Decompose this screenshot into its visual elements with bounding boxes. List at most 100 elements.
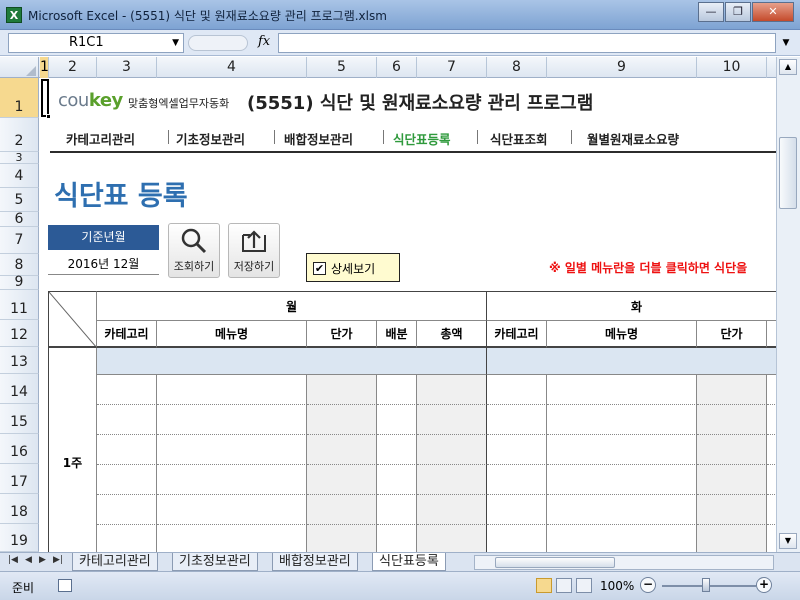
name-box[interactable]: R1C1 ▼ — [8, 33, 184, 53]
menu-input-cell[interactable] — [767, 435, 776, 465]
menu-input-cell[interactable] — [307, 405, 377, 435]
menu-input-cell[interactable] — [417, 525, 487, 552]
column-header-3[interactable]: 3 — [97, 57, 157, 78]
first-sheet-icon[interactable]: |◀ — [8, 555, 18, 565]
zoom-out-icon[interactable]: − — [640, 577, 656, 593]
menu-input-cell[interactable] — [697, 435, 767, 465]
menu-input-cell[interactable] — [377, 495, 417, 525]
row-header-8[interactable]: 8 — [0, 254, 39, 276]
macro-record-icon[interactable] — [58, 579, 72, 592]
column-header-5[interactable]: 5 — [307, 57, 377, 78]
column-header-4[interactable]: 4 — [157, 57, 307, 78]
menu-input-cell[interactable] — [487, 375, 547, 405]
nav-item-menu-register[interactable]: 식단표등록 — [393, 129, 451, 148]
scroll-up-icon[interactable]: ▲ — [779, 59, 797, 75]
vertical-scroll-thumb[interactable] — [779, 137, 797, 209]
menu-input-cell[interactable] — [487, 465, 547, 495]
row-header-17[interactable]: 17 — [0, 464, 39, 494]
menu-input-cell[interactable] — [547, 495, 697, 525]
name-box-dropdown-icon[interactable]: ▼ — [172, 34, 179, 52]
nav-item-basic-info[interactable]: 기초정보관리 — [176, 129, 245, 148]
menu-input-cell[interactable] — [97, 375, 157, 405]
row-header-6[interactable]: 6 — [0, 212, 39, 227]
menu-input-cell[interactable] — [97, 495, 157, 525]
search-button[interactable]: 조회하기 — [168, 223, 220, 278]
menu-input-cell[interactable] — [487, 495, 547, 525]
sheet-tab-mixing-info[interactable]: 배합정보관리 — [272, 553, 358, 571]
column-header-8[interactable]: 8 — [487, 57, 547, 78]
menu-input-cell[interactable] — [307, 435, 377, 465]
row-header-7[interactable]: 7 — [0, 227, 39, 254]
menu-input-cell[interactable] — [417, 435, 487, 465]
row-header-11[interactable]: 11 — [0, 290, 39, 320]
menu-input-cell[interactable] — [417, 375, 487, 405]
next-sheet-icon[interactable]: ▶ — [39, 555, 46, 565]
row-header-4[interactable]: 4 — [0, 164, 39, 188]
normal-view-icon[interactable] — [536, 578, 552, 593]
sheet-tab-category[interactable]: 카테고리관리 — [72, 553, 158, 571]
select-all-corner[interactable] — [0, 57, 39, 78]
menu-input-cell[interactable] — [487, 405, 547, 435]
menu-input-cell[interactable] — [157, 405, 307, 435]
base-month-value[interactable]: 2016년 12월 — [48, 253, 159, 275]
page-break-view-icon[interactable] — [576, 578, 592, 593]
menu-input-cell[interactable] — [97, 525, 157, 552]
menu-input-cell[interactable] — [97, 405, 157, 435]
column-header-10[interactable]: 10 — [697, 57, 767, 78]
menu-input-cell[interactable] — [157, 375, 307, 405]
save-button[interactable]: 저장하기 — [228, 223, 280, 278]
worksheet-area[interactable]: coukey 맞춤형엑셀업무자동화 (5551) 식단 및 원재료소요량 관리 … — [40, 78, 776, 552]
restore-button[interactable]: ❐ — [725, 2, 751, 22]
fill-handle[interactable] — [46, 114, 51, 119]
menu-input-cell[interactable] — [157, 465, 307, 495]
menu-input-cell[interactable] — [697, 375, 767, 405]
menu-input-cell[interactable] — [377, 435, 417, 465]
menu-input-cell[interactable] — [97, 435, 157, 465]
detail-view-checkbox-box[interactable]: ✔ 상세보기 — [306, 253, 400, 282]
row-header-9[interactable]: 9 — [0, 275, 39, 290]
column-header-2[interactable]: 2 — [49, 57, 97, 78]
column-header-1[interactable]: 1 — [40, 57, 49, 78]
row-header-3[interactable]: 3 — [0, 152, 39, 164]
row-header-2[interactable]: 2 — [0, 118, 39, 152]
menu-input-cell[interactable] — [157, 435, 307, 465]
menu-input-cell[interactable] — [697, 405, 767, 435]
scroll-down-icon[interactable]: ▼ — [779, 533, 797, 549]
menu-input-cell[interactable] — [547, 375, 697, 405]
menu-input-cell[interactable] — [377, 525, 417, 552]
insert-function-icon[interactable]: fx — [258, 34, 270, 49]
menu-input-cell[interactable] — [157, 495, 307, 525]
menu-input-cell[interactable] — [307, 465, 377, 495]
menu-input-cell[interactable] — [307, 525, 377, 552]
nav-item-menu-view[interactable]: 식단표조회 — [490, 129, 548, 148]
row-header-14[interactable]: 14 — [0, 374, 39, 404]
week-summary-row-mon[interactable] — [97, 348, 487, 375]
nav-item-monthly-material[interactable]: 월별원재료소요량 — [587, 129, 679, 148]
column-header-6[interactable]: 6 — [377, 57, 417, 78]
week-summary-row-tue[interactable] — [487, 348, 776, 375]
menu-input-cell[interactable] — [97, 465, 157, 495]
menu-input-cell[interactable] — [547, 465, 697, 495]
menu-input-cell[interactable] — [767, 405, 776, 435]
menu-input-cell[interactable] — [487, 525, 547, 552]
detail-view-checkbox[interactable]: ✔ — [313, 262, 326, 275]
prev-sheet-icon[interactable]: ◀ — [25, 555, 32, 565]
vertical-scrollbar[interactable]: ▲ ▼ — [776, 57, 800, 552]
menu-input-cell[interactable] — [417, 465, 487, 495]
zoom-level[interactable]: 100% — [600, 579, 634, 593]
row-header-15[interactable]: 15 — [0, 404, 39, 434]
menu-input-cell[interactable] — [417, 405, 487, 435]
last-sheet-icon[interactable]: ▶| — [53, 555, 63, 565]
sheet-tab-menu-register[interactable]: 식단표등록 — [372, 553, 446, 571]
menu-input-cell[interactable] — [767, 525, 776, 552]
zoom-slider-thumb[interactable] — [702, 578, 710, 592]
row-header-13[interactable]: 13 — [0, 347, 39, 374]
horizontal-scrollbar[interactable] — [474, 555, 774, 570]
row-header-5[interactable]: 5 — [0, 188, 39, 212]
menu-input-cell[interactable] — [487, 435, 547, 465]
menu-input-cell[interactable] — [547, 405, 697, 435]
row-header-18[interactable]: 18 — [0, 494, 39, 524]
menu-input-cell[interactable] — [547, 525, 697, 552]
zoom-in-icon[interactable]: + — [756, 577, 772, 593]
menu-input-cell[interactable] — [767, 495, 776, 525]
